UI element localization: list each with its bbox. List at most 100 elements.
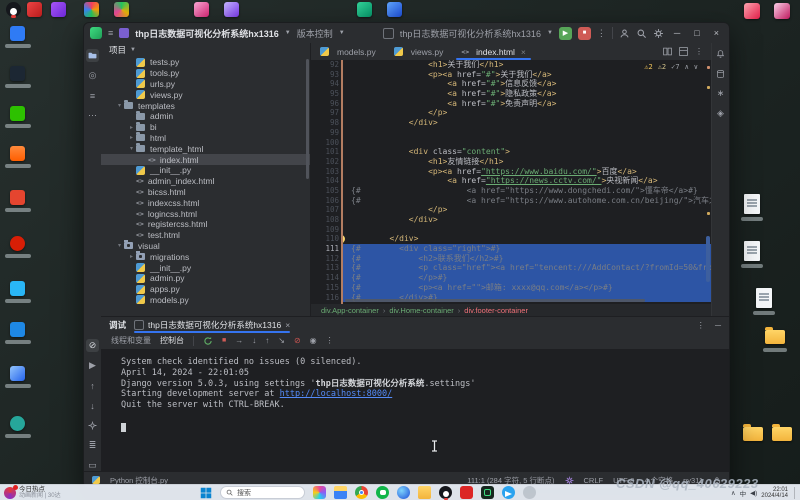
step-out-icon[interactable]: ↑ — [265, 336, 269, 345]
project-panel-title[interactable]: 项目 — [109, 44, 126, 56]
tree-row[interactable]: index.html — [101, 154, 310, 165]
tab-options-icon[interactable]: ⋮ — [695, 47, 703, 56]
project-tool-icon[interactable] — [86, 49, 99, 62]
run-configuration[interactable]: thp日志数据可视化分析系统hx1316 — [400, 27, 541, 40]
game-icon-1[interactable] — [84, 2, 99, 17]
tree-row[interactable]: admin.py — [101, 273, 310, 284]
pending-app-icon[interactable] — [523, 486, 536, 499]
hide-panel-icon[interactable]: ─ — [715, 320, 721, 331]
tree-row[interactable]: __init__.py — [101, 165, 310, 176]
wangwang-icon[interactable] — [10, 146, 25, 161]
minimize-button[interactable]: ─ — [670, 28, 684, 38]
pink-icon-2[interactable] — [774, 3, 790, 19]
app-icon-blue[interactable] — [387, 2, 402, 17]
debug-session-tab[interactable]: thp日志数据可视化分析系统hx1316 × — [134, 317, 290, 333]
run-to-cursor-icon[interactable]: ↘ — [278, 336, 285, 345]
database-tool-icon[interactable] — [714, 67, 727, 80]
widgets-button[interactable]: 今日热点 动画新闻 | 30达 — [4, 486, 61, 499]
chrome-icon[interactable] — [355, 486, 368, 499]
rerun-icon[interactable] — [203, 336, 213, 346]
step-over-icon[interactable]: → — [235, 336, 243, 345]
dingtalk-icon[interactable] — [10, 322, 25, 337]
tree-row[interactable]: test.html — [101, 230, 310, 241]
close-tab-icon[interactable]: × — [285, 320, 290, 330]
close-tab-icon[interactable]: × — [521, 47, 526, 57]
bird-app-icon[interactable] — [10, 281, 25, 296]
meeting-icon[interactable] — [10, 26, 25, 41]
tree-scrollbar[interactable] — [306, 59, 309, 179]
text-document-icon[interactable] — [756, 288, 772, 308]
tab-console[interactable]: 控制台 — [160, 335, 184, 346]
tree-row[interactable]: admin — [101, 111, 310, 122]
wechat-icon[interactable] — [376, 486, 389, 499]
inspection-widget[interactable]: ⚠2 ⚠2 ✓7 ∧∨ — [641, 63, 701, 71]
server-url-link[interactable]: http://localhost:8000/ — [280, 389, 393, 399]
structure-tool-icon[interactable]: ≡ — [86, 89, 99, 102]
tree-row[interactable]: admin_index.html — [101, 176, 310, 187]
browser-desktop-icon[interactable] — [10, 366, 25, 381]
console-settings-icon[interactable] — [86, 419, 99, 432]
scroll-down-icon[interactable]: ↓ — [86, 399, 99, 412]
stop-button[interactable]: ■ — [578, 27, 591, 40]
layout-icon[interactable] — [679, 47, 688, 56]
tree-row[interactable]: ▸bi — [101, 122, 310, 133]
wechat-desktop-icon[interactable] — [10, 106, 25, 121]
editor-tab[interactable]: index.html× — [452, 43, 535, 60]
soft-wrap-icon[interactable]: ≣ — [86, 439, 99, 452]
text-document-icon[interactable] — [744, 241, 760, 261]
red-app-icon[interactable] — [460, 486, 473, 499]
game-icon-2[interactable] — [114, 2, 129, 17]
tree-row[interactable]: models.py — [101, 295, 310, 306]
folder-icon[interactable] — [765, 330, 785, 344]
tree-row[interactable]: tests.py — [101, 57, 310, 68]
debug-panel-title[interactable]: 调试 — [109, 319, 126, 331]
main-menu-icon[interactable]: ≡ — [108, 28, 113, 38]
tree-row[interactable]: ▸html — [101, 133, 310, 144]
browser-icon[interactable] — [397, 486, 410, 499]
tree-row[interactable]: __init__.py — [101, 262, 310, 273]
paint-app-icon[interactable] — [313, 486, 326, 499]
more-actions-icon[interactable]: ⋮ — [597, 28, 606, 39]
pycharm-taskbar-icon[interactable] — [481, 486, 494, 499]
horizontal-scrollbar[interactable] — [345, 299, 645, 302]
taskbar-clock[interactable]: 22:01 2024/4/14 — [761, 487, 788, 500]
app-icon-red[interactable] — [27, 2, 42, 17]
folder-icon[interactable] — [743, 427, 763, 441]
start-button[interactable] — [200, 487, 212, 499]
tree-row[interactable]: apps.py — [101, 284, 310, 295]
telegram-icon[interactable] — [502, 486, 515, 499]
qq-icon[interactable] — [6, 2, 21, 17]
vcs-widget[interactable]: 版本控制 — [297, 27, 333, 40]
breadcrumb-item[interactable]: div.Home-container — [389, 306, 453, 315]
tree-row[interactable]: ▾templates — [101, 100, 310, 111]
debug-tool-icon[interactable]: ⊘ — [86, 339, 99, 352]
stop-icon[interactable]: ■ — [222, 337, 226, 344]
user-icon[interactable] — [619, 28, 630, 39]
settings-gear-icon[interactable] — [653, 28, 664, 39]
taskbar-search[interactable]: 搜索 — [220, 486, 305, 499]
show-desktop-button[interactable] — [794, 487, 797, 499]
pink-icon-1[interactable] — [744, 3, 760, 19]
split-editor-icon[interactable] — [663, 47, 672, 56]
tree-row[interactable]: ▸migrations — [101, 251, 310, 262]
dark-app-icon[interactable] — [10, 66, 25, 81]
app-icon-orange-red[interactable] — [10, 190, 25, 205]
tab-threads-variables[interactable]: 线程和变量 — [111, 335, 151, 346]
intention-bulb-icon[interactable] — [343, 235, 345, 243]
folder-icon[interactable] — [772, 427, 792, 441]
editor-tab[interactable]: views.py — [385, 43, 453, 60]
mute-breakpoints-icon[interactable]: ⊘ — [294, 336, 301, 345]
qq-icon[interactable] — [439, 486, 452, 499]
close-button[interactable]: × — [710, 28, 723, 38]
scroll-up-icon[interactable]: ↑ — [86, 379, 99, 392]
more-tools-icon[interactable]: ⋯ — [86, 109, 99, 122]
anime-icon-1[interactable] — [194, 2, 209, 17]
code-editor[interactable]: 92 <h1>关于我们</h1>93 <p><a href="#">关于我们</… — [311, 60, 711, 304]
commit-tool-icon[interactable]: ◎ — [86, 69, 99, 82]
tree-row[interactable]: bicss.html — [101, 187, 310, 198]
view-breakpoints-icon[interactable]: ◉ — [310, 336, 317, 345]
panel-options-icon[interactable]: ⋮ — [696, 320, 705, 331]
search-icon[interactable] — [636, 28, 647, 39]
breadcrumb-item[interactable]: div.footer-container — [464, 306, 528, 315]
anime-icon-2[interactable] — [224, 2, 239, 17]
